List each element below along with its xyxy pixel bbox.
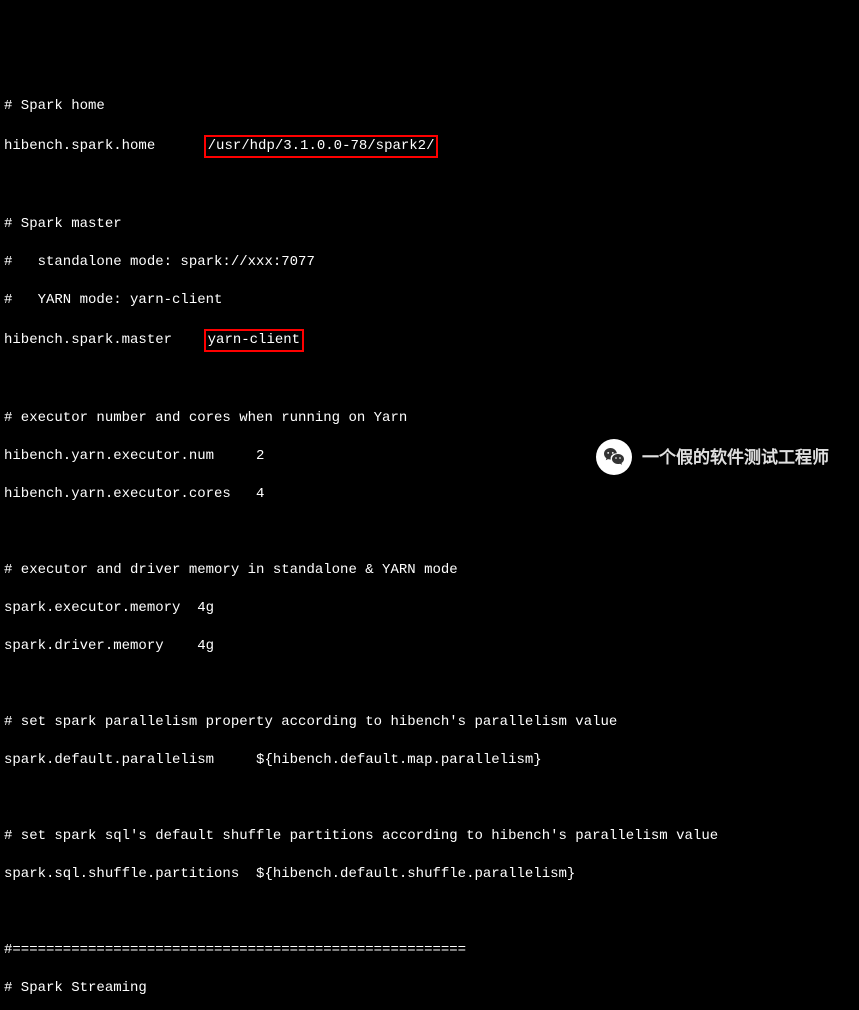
config-line: spark.executor.memory 4g [4, 599, 859, 618]
blank-line [4, 675, 859, 694]
config-line: hibench.yarn.executor.cores 4 [4, 485, 859, 504]
config-line: # set spark parallelism property accordi… [4, 713, 859, 732]
watermark: 一个假的软件测试工程师 [596, 439, 829, 475]
config-line: spark.driver.memory 4g [4, 637, 859, 656]
wechat-icon [596, 439, 632, 475]
config-line: hibench.spark.master yarn-client [4, 329, 859, 352]
blank-line [4, 177, 859, 196]
config-line: #=======================================… [4, 941, 859, 960]
highlight-spark-home: /usr/hdp/3.1.0.0-78/spark2/ [204, 135, 439, 158]
config-line: # YARN mode: yarn-client [4, 291, 859, 310]
config-line: spark.sql.shuffle.partitions ${hibench.d… [4, 865, 859, 884]
blank-line [4, 371, 859, 390]
config-key: hibench.spark.master [4, 332, 206, 348]
config-line: # standalone mode: spark://xxx:7077 [4, 253, 859, 272]
watermark-text: 一个假的软件测试工程师 [642, 448, 829, 467]
blank-line [4, 523, 859, 542]
highlight-spark-master: yarn-client [204, 329, 304, 352]
terminal-content: # Spark home hibench.spark.home /usr/hdp… [0, 76, 859, 1010]
config-line: # Spark master [4, 215, 859, 234]
config-line: # Spark home [4, 97, 859, 116]
config-line: # executor number and cores when running… [4, 409, 859, 428]
blank-line [4, 789, 859, 808]
blank-line [4, 903, 859, 922]
config-key: hibench.spark.home [4, 138, 206, 154]
config-line: spark.default.parallelism ${hibench.defa… [4, 751, 859, 770]
config-line: # set spark sql's default shuffle partit… [4, 827, 859, 846]
config-line: hibench.spark.home /usr/hdp/3.1.0.0-78/s… [4, 135, 859, 158]
config-line: # Spark Streaming [4, 979, 859, 998]
config-line: # executor and driver memory in standalo… [4, 561, 859, 580]
